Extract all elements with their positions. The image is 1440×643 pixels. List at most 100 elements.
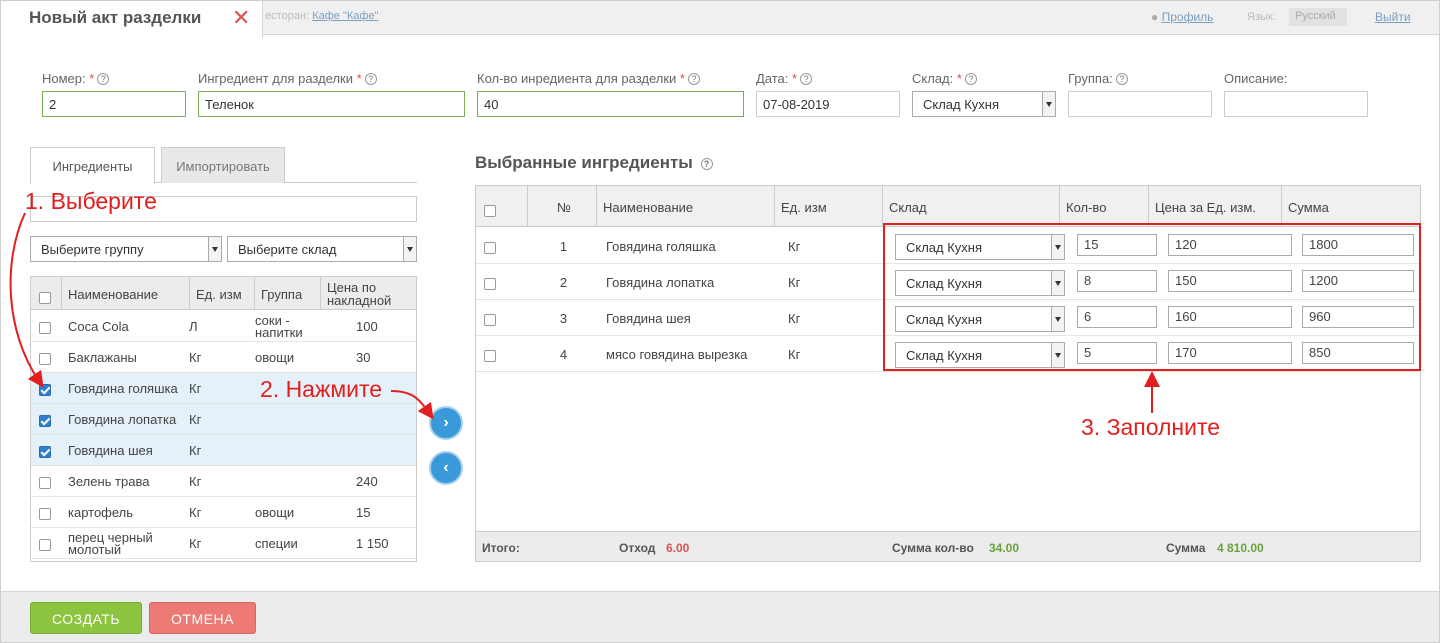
help-icon[interactable]: ? xyxy=(687,73,700,85)
row-checkbox[interactable] xyxy=(39,415,51,427)
col-price[interactable]: Цена по накладной xyxy=(320,277,416,310)
warehouse-filter-select[interactable]: Выберите склад xyxy=(227,236,417,262)
group-filter-value: Выберите группу xyxy=(41,242,144,257)
row-name: Говядина голяшка xyxy=(606,238,716,254)
chevron-right-icon: › xyxy=(443,414,449,431)
move-right-button[interactable]: › xyxy=(429,406,463,440)
row-price: 240 xyxy=(356,473,378,489)
row-price: 30 xyxy=(356,349,371,365)
ingredient-input[interactable]: Теленок xyxy=(198,91,465,117)
date-input[interactable]: 07-08-2019 xyxy=(756,91,900,117)
row-checkbox[interactable] xyxy=(484,278,496,290)
row-number: 1 xyxy=(559,238,568,254)
number-input[interactable]: 2 xyxy=(42,91,186,117)
description-input[interactable] xyxy=(1224,91,1368,117)
help-icon[interactable]: ? xyxy=(364,73,377,85)
col-unit[interactable]: Ед. изм xyxy=(189,277,255,310)
language-label: Язык: xyxy=(1247,11,1276,23)
help-icon[interactable]: ? xyxy=(800,73,813,85)
row-name: Баклажаны xyxy=(68,349,137,365)
highlight-box xyxy=(883,223,1421,371)
chevron-down-icon xyxy=(1042,92,1055,116)
col-warehouse[interactable]: Склад xyxy=(882,186,1060,227)
table-row[interactable]: Баклажаны Кг овощи 30 xyxy=(31,342,416,373)
select-all-checkbox[interactable] xyxy=(39,292,51,304)
row-number: 3 xyxy=(559,310,568,326)
help-icon[interactable]: ? xyxy=(1115,73,1128,85)
profile-label: Профиль xyxy=(1161,10,1214,24)
tab-ingredients[interactable]: Ингредиенты xyxy=(30,147,155,184)
row-checkbox[interactable] xyxy=(39,322,51,334)
row-name: Говядина шея xyxy=(68,442,153,458)
table-row[interactable]: Говядина шея Кг xyxy=(31,435,416,466)
table-row[interactable]: перец черный молотый Кг специи 1 150 xyxy=(31,528,416,559)
help-icon[interactable]: ? xyxy=(700,158,713,170)
row-checkbox[interactable] xyxy=(39,539,51,551)
row-number: 2 xyxy=(559,274,568,290)
warehouse-select[interactable]: Склад Кухня xyxy=(912,91,1056,117)
chevron-down-icon xyxy=(208,237,221,261)
bottom-bar: СОЗДАТЬ ОТМЕНА xyxy=(1,591,1439,642)
waste-value: 6.00 xyxy=(666,541,690,555)
col-name[interactable]: Наименование xyxy=(596,186,776,227)
close-icon[interactable]: ✕ xyxy=(232,7,250,29)
totals-footer: Итого: Отход 6.00 Сумма кол-во 34.00 Сум… xyxy=(476,531,1420,561)
table-row[interactable]: картофель Кг овощи 15 xyxy=(31,497,416,528)
row-unit: Кг xyxy=(189,411,202,427)
row-price xyxy=(356,404,416,435)
waste-label: Отход xyxy=(619,541,656,555)
qty-input[interactable]: 40 xyxy=(477,91,744,117)
profile-link[interactable]: ● Профиль xyxy=(1151,10,1213,24)
help-icon[interactable]: ? xyxy=(97,73,110,85)
dialog: естoран: Кафе "Кафе" ● Профиль Язык: Рус… xyxy=(0,0,1440,643)
row-checkbox[interactable] xyxy=(484,242,496,254)
col-sum[interactable]: Сумма xyxy=(1281,186,1420,227)
group-filter-select[interactable]: Выберите группу xyxy=(30,236,222,262)
row-unit: Кг xyxy=(189,504,202,520)
cancel-button[interactable]: ОТМЕНА xyxy=(149,602,256,634)
ingredient-label: Ингредиент для разделки *? xyxy=(198,71,377,86)
sum-total-value: 4 810.00 xyxy=(1217,541,1264,555)
restaurant-label: естoран: xyxy=(265,10,310,22)
qty-total-value: 34.00 xyxy=(989,541,1020,555)
row-price: 15 xyxy=(356,504,371,520)
help-icon[interactable]: ? xyxy=(964,73,977,85)
restaurant-link[interactable]: Кафе "Кафе" xyxy=(312,10,378,22)
chevron-down-icon xyxy=(403,237,416,261)
warehouse-label: Склад: *? xyxy=(912,71,977,86)
row-checkbox[interactable] xyxy=(39,446,51,458)
date-label: Дата: *? xyxy=(756,71,813,86)
table-row[interactable]: Говядина лопатка Кг xyxy=(31,404,416,435)
row-group: овощи xyxy=(255,349,295,365)
row-checkbox[interactable] xyxy=(39,384,51,396)
description-label: Описание: xyxy=(1224,71,1288,86)
row-name: картофель xyxy=(68,504,134,520)
row-checkbox[interactable] xyxy=(39,508,51,520)
move-left-button[interactable]: ‹ xyxy=(429,451,463,485)
row-checkbox[interactable] xyxy=(484,350,496,362)
col-price[interactable]: Цена за Ед. изм. xyxy=(1148,186,1282,227)
logout-link[interactable]: Выйти xyxy=(1375,10,1411,24)
col-group[interactable]: Группа xyxy=(254,277,320,310)
select-all-checkbox[interactable] xyxy=(484,205,496,217)
row-checkbox[interactable] xyxy=(39,353,51,365)
col-unit[interactable]: Ед. изм xyxy=(774,186,882,227)
row-unit: Кг xyxy=(189,380,202,396)
group-input[interactable] xyxy=(1068,91,1212,117)
col-qty[interactable]: Кол-во xyxy=(1059,186,1148,227)
row-checkbox[interactable] xyxy=(39,477,51,489)
row-unit: Кг xyxy=(189,442,202,458)
col-number[interactable]: № xyxy=(527,186,600,227)
language-select[interactable]: Русский xyxy=(1289,8,1347,26)
row-group xyxy=(255,404,319,435)
table-row[interactable]: Зелень трава Кг 240 xyxy=(31,466,416,497)
row-checkbox[interactable] xyxy=(484,314,496,326)
tab-import[interactable]: Импортировать xyxy=(161,147,285,183)
restaurant-info: естoран: Кафе "Кафе" xyxy=(265,10,378,22)
table-row[interactable]: Coca Cola Лсоки - напитки 100 xyxy=(31,311,416,342)
create-button[interactable]: СОЗДАТЬ xyxy=(30,602,142,634)
title-tab: Новый акт разделки ✕ xyxy=(1,1,263,38)
row-price xyxy=(356,435,416,466)
number-label: Номер: *? xyxy=(42,71,110,86)
row-unit: Кг xyxy=(788,310,801,326)
